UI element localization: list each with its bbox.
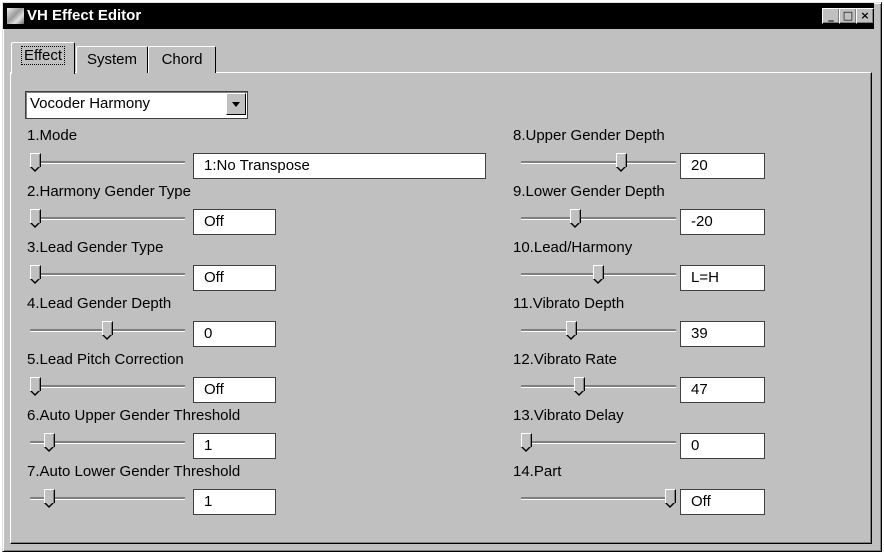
slider-track: [521, 329, 676, 332]
effect-type-select[interactable]: Vocoder Harmony: [25, 91, 248, 119]
param-slider[interactable]: [30, 432, 185, 454]
slider-thumb[interactable]: [616, 153, 627, 172]
slider-track: [30, 161, 185, 164]
tab-effect[interactable]: Effect: [11, 42, 75, 74]
param-label: 7.Auto Lower Gender Threshold: [27, 463, 241, 480]
param-label: 11.Vibrato Depth: [513, 295, 625, 312]
param-value-field[interactable]: Off: [680, 489, 765, 515]
param-slider[interactable]: [521, 264, 676, 286]
param-value-field[interactable]: Off: [193, 209, 276, 235]
param-label: 4.Lead Gender Depth: [27, 295, 172, 312]
slider-track: [521, 161, 676, 164]
param-value-field[interactable]: 1: [193, 433, 276, 459]
slider-thumb[interactable]: [570, 209, 581, 228]
param-value-field[interactable]: 0: [680, 433, 765, 459]
param-value-field[interactable]: Off: [193, 377, 276, 403]
title-bar[interactable]: VH Effect Editor _ □ ×: [3, 3, 874, 29]
tab-chord[interactable]: Chord: [148, 46, 216, 73]
param-slider[interactable]: [30, 152, 185, 174]
param-slider[interactable]: [521, 488, 676, 510]
slider-track: [521, 441, 676, 444]
param-value-field[interactable]: L=H: [680, 265, 765, 291]
tab-system-label: System: [86, 51, 137, 68]
slider-track: [30, 273, 185, 276]
app-icon[interactable]: [7, 8, 24, 24]
slider-thumb[interactable]: [44, 489, 55, 508]
param-label: 3.Lead Gender Type: [27, 239, 164, 256]
param-slider[interactable]: [30, 376, 185, 398]
param-slider[interactable]: [521, 432, 676, 454]
tab-effect-label: Effect: [20, 46, 66, 65]
param-slider[interactable]: [521, 152, 676, 174]
slider-thumb[interactable]: [30, 377, 41, 396]
param-label: 5.Lead Pitch Correction: [27, 351, 184, 368]
param-label: 8.Upper Gender Depth: [513, 127, 665, 144]
chevron-down-icon: [232, 102, 240, 107]
tab-chord-label: Chord: [161, 51, 203, 68]
slider-thumb[interactable]: [574, 377, 585, 396]
param-value-field[interactable]: 20: [680, 153, 765, 179]
param-label: 13.Vibrato Delay: [513, 407, 624, 424]
param-value-field[interactable]: 47: [680, 377, 765, 403]
tab-system[interactable]: System: [76, 46, 148, 73]
param-value-field[interactable]: 1: [193, 489, 276, 515]
slider-thumb[interactable]: [30, 265, 41, 284]
param-value-field[interactable]: 0: [193, 321, 276, 347]
effect-type-value: Vocoder Harmony: [30, 95, 151, 112]
slider-thumb[interactable]: [44, 433, 55, 452]
param-value-field[interactable]: 39: [680, 321, 765, 347]
param-slider[interactable]: [521, 376, 676, 398]
slider-track: [30, 217, 185, 220]
slider-thumb[interactable]: [593, 265, 604, 284]
param-label: 9.Lower Gender Depth: [513, 183, 665, 200]
param-label: 1.Mode: [27, 127, 78, 144]
slider-thumb[interactable]: [521, 433, 532, 452]
param-value-field[interactable]: -20: [680, 209, 765, 235]
param-slider[interactable]: [30, 208, 185, 230]
maximize-button[interactable]: □: [839, 8, 857, 24]
slider-track: [521, 217, 676, 220]
close-button[interactable]: ×: [856, 8, 874, 24]
param-slider[interactable]: [30, 488, 185, 510]
slider-thumb[interactable]: [102, 321, 113, 340]
window-title: VH Effect Editor: [27, 7, 142, 24]
param-slider[interactable]: [521, 208, 676, 230]
param-label: 10.Lead/Harmony: [513, 239, 633, 256]
slider-track: [30, 385, 185, 388]
param-value-field[interactable]: Off: [193, 265, 276, 291]
slider-thumb[interactable]: [30, 209, 41, 228]
param-label: 6.Auto Upper Gender Threshold: [27, 407, 241, 424]
param-slider[interactable]: [30, 264, 185, 286]
param-label: 2.Harmony Gender Type: [27, 183, 191, 200]
param-label: 14.Part: [513, 463, 562, 480]
minimize-button[interactable]: _: [822, 8, 840, 24]
param-slider[interactable]: [30, 320, 185, 342]
slider-thumb[interactable]: [566, 321, 577, 340]
dropdown-button[interactable]: [226, 93, 246, 115]
slider-track: [521, 385, 676, 388]
param-slider[interactable]: [521, 320, 676, 342]
slider-track: [521, 497, 676, 500]
param-label: 12.Vibrato Rate: [513, 351, 617, 368]
slider-thumb[interactable]: [30, 153, 41, 172]
slider-thumb[interactable]: [665, 489, 676, 508]
param-value-field[interactable]: 1:No Transpose: [193, 153, 486, 179]
